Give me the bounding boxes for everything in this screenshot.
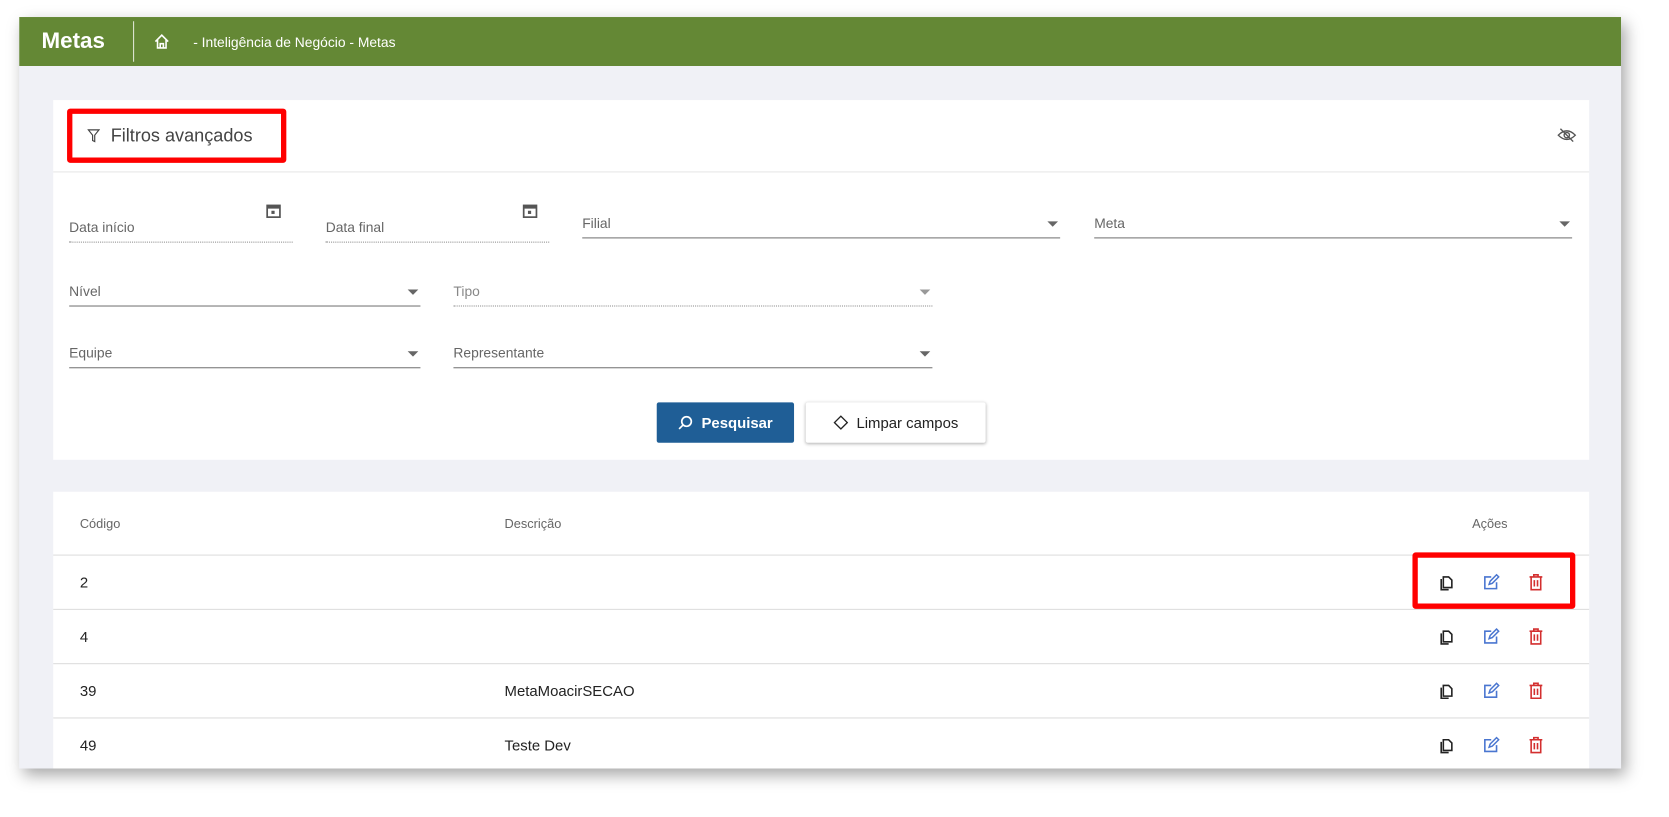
edit-icon[interactable] xyxy=(1482,627,1501,646)
chevron-down-icon xyxy=(407,351,419,357)
filters-title: Filtros avançados xyxy=(110,125,253,146)
filial-select[interactable]: Filial xyxy=(582,206,1061,239)
edit-icon[interactable] xyxy=(1482,736,1501,755)
table-header: Código Descrição Ações xyxy=(53,492,1590,556)
representante-select[interactable]: Representante xyxy=(453,336,933,369)
search-icon xyxy=(678,415,693,430)
meta-select[interactable]: Meta xyxy=(1094,206,1573,239)
filters-panel: Filtros avançados Data início Data final… xyxy=(53,100,1590,460)
search-button[interactable]: Pesquisar xyxy=(656,402,795,443)
codigo-cell: 2 xyxy=(79,573,89,591)
descricao-cell: MetaMoacirSECAO xyxy=(504,682,635,700)
tipo-select[interactable]: Tipo xyxy=(453,275,933,307)
top-bar: Metas - Inteligência de Negócio - Metas xyxy=(19,17,1622,66)
copy-icon[interactable] xyxy=(1437,681,1456,700)
table-row: 4 xyxy=(53,610,1590,665)
codigo-cell: 49 xyxy=(79,736,97,754)
equipe-select[interactable]: Equipe xyxy=(69,336,421,369)
delete-icon[interactable] xyxy=(1526,681,1545,700)
data-final-field[interactable]: Data final xyxy=(325,202,550,243)
table-row: 39 MetaMoacirSECAO xyxy=(53,664,1590,719)
delete-icon[interactable] xyxy=(1526,736,1545,755)
metas-table: Código Descrição Ações 2 4 39 MetaMoacir… xyxy=(53,491,1590,769)
hide-filters-icon[interactable] xyxy=(1557,128,1577,143)
breadcrumb: - Inteligência de Negócio - Metas xyxy=(193,33,396,50)
data-inicio-field[interactable]: Data início xyxy=(69,202,293,243)
table-row: 49 Teste Dev xyxy=(53,718,1589,768)
descricao-cell: Teste Dev xyxy=(504,736,571,754)
calendar-icon[interactable] xyxy=(522,202,539,219)
chevron-down-icon xyxy=(919,351,931,357)
home-icon[interactable] xyxy=(153,33,170,50)
chevron-down-icon xyxy=(1047,221,1059,227)
table-row: 2 xyxy=(53,552,1590,610)
calendar-icon[interactable] xyxy=(265,202,282,219)
highlight-box xyxy=(1412,552,1576,609)
app-window: Metas - Inteligência de Negócio - Metas … xyxy=(19,17,1622,769)
edit-icon[interactable] xyxy=(1482,681,1501,700)
copy-icon[interactable] xyxy=(1437,627,1456,646)
chevron-down-icon xyxy=(919,289,931,295)
codigo-cell: 4 xyxy=(79,627,89,646)
filter-icon xyxy=(87,129,101,143)
page-title: Metas xyxy=(19,21,134,62)
filters-toggle[interactable]: Filtros avançados xyxy=(67,108,287,163)
clear-fields-button[interactable]: Limpar campos xyxy=(805,402,986,443)
eraser-icon xyxy=(833,415,848,430)
nivel-select[interactable]: Nível xyxy=(69,275,421,307)
chevron-down-icon xyxy=(1559,221,1570,227)
chevron-down-icon xyxy=(407,289,419,295)
codigo-cell: 39 xyxy=(79,682,97,700)
delete-icon[interactable] xyxy=(1526,627,1545,646)
copy-icon[interactable] xyxy=(1437,736,1456,755)
